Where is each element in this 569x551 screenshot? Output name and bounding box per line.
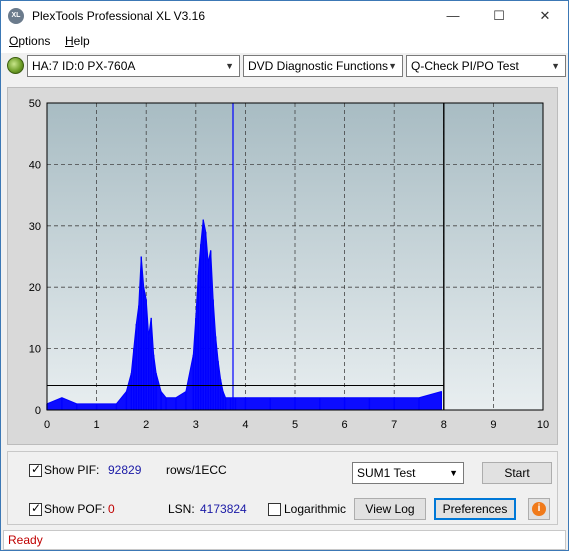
y-tick-label: 10 xyxy=(29,344,41,356)
x-tick-label: 3 xyxy=(193,419,199,431)
unscanned-area xyxy=(445,103,543,410)
pif-value: 92829 xyxy=(108,463,142,477)
logarithmic-checkbox[interactable] xyxy=(268,503,281,516)
y-tick-label: 40 xyxy=(29,159,41,171)
status-bar: Ready xyxy=(3,530,566,550)
x-tick-label: 5 xyxy=(292,419,298,431)
y-tick-label: 20 xyxy=(29,282,41,294)
y-tick-label: 0 xyxy=(35,405,41,417)
chart-panel: 0 10 20 30 40 50 0 1 2 3 4 5 6 7 8 9 10 xyxy=(7,87,558,445)
show-pif-label: Show PIF: xyxy=(44,463,100,477)
pof-value: 0 xyxy=(108,502,115,516)
rows-unit-label: rows/1ECC xyxy=(166,463,227,477)
x-tick-label: 0 xyxy=(44,419,50,431)
control-panel: Show PIF: 92829 rows/1ECC Show POF: 0 LS… xyxy=(7,451,558,525)
function-select-value: DVD Diagnostic Functions xyxy=(248,59,389,73)
menu-help-label: elp xyxy=(73,34,90,48)
sum-test-value: SUM1 Test xyxy=(357,466,416,480)
x-tick-label: 8 xyxy=(441,419,447,431)
menu-options-label: ptions xyxy=(18,34,51,48)
y-tick-label: 50 xyxy=(29,98,41,110)
lsn-label: LSN: xyxy=(168,502,195,516)
info-button[interactable]: i xyxy=(528,498,550,520)
show-pof-label: Show POF: xyxy=(44,502,106,516)
pi-po-chart: 0 10 20 30 40 50 0 1 2 3 4 5 6 7 8 9 10 xyxy=(29,98,549,431)
preferences-button[interactable]: Preferences xyxy=(434,498,516,520)
app-window: XL PlexTools Professional XL V3.16 — ☐ ✕… xyxy=(0,0,569,551)
status-text: Ready xyxy=(8,533,43,547)
x-tick-label: 4 xyxy=(242,419,248,431)
close-button[interactable]: ✕ xyxy=(522,1,568,31)
menu-options[interactable]: Options xyxy=(9,34,50,48)
test-select[interactable]: Q-Check PI/PO Test ▼ xyxy=(406,55,566,77)
x-tick-label: 7 xyxy=(391,419,397,431)
minimize-button[interactable]: — xyxy=(430,1,476,31)
start-button[interactable]: Start xyxy=(482,462,552,484)
show-pif-checkbox[interactable] xyxy=(29,462,42,477)
logarithmic-label: Logarithmic xyxy=(284,502,347,516)
info-icon: i xyxy=(532,502,546,516)
drive-select[interactable]: HA:7 ID:0 PX-760A ▼ xyxy=(27,55,240,77)
title-bar: XL PlexTools Professional XL V3.16 — ☐ ✕ xyxy=(1,1,568,31)
toolbar: HA:7 ID:0 PX-760A ▼ DVD Diagnostic Funct… xyxy=(1,53,568,79)
function-select[interactable]: DVD Diagnostic Functions ▼ xyxy=(243,55,403,77)
x-tick-label: 10 xyxy=(537,419,549,431)
x-tick-label: 9 xyxy=(490,419,496,431)
x-tick-label: 6 xyxy=(342,419,348,431)
menu-bar: Options Help xyxy=(1,31,568,53)
chevron-down-icon: ▼ xyxy=(388,61,397,71)
sum-test-select[interactable]: SUM1 Test ▼ xyxy=(352,462,464,484)
chevron-down-icon: ▼ xyxy=(551,61,560,71)
app-logo-icon: XL xyxy=(8,8,24,24)
window-title: PlexTools Professional XL V3.16 xyxy=(32,9,205,23)
maximize-button[interactable]: ☐ xyxy=(476,1,522,31)
drive-select-value: HA:7 ID:0 PX-760A xyxy=(32,59,136,73)
lsn-value: 4173824 xyxy=(200,502,247,516)
y-tick-label: 30 xyxy=(29,221,41,233)
test-select-value: Q-Check PI/PO Test xyxy=(411,59,519,73)
menu-help-accel: H xyxy=(65,34,74,48)
show-pof-checkbox[interactable] xyxy=(29,501,42,516)
menu-help[interactable]: Help xyxy=(65,34,90,48)
chevron-down-icon: ▼ xyxy=(449,468,458,478)
chevron-down-icon: ▼ xyxy=(225,61,234,71)
x-tick-label: 2 xyxy=(143,419,149,431)
x-tick-label: 1 xyxy=(94,419,100,431)
drive-status-icon xyxy=(7,57,24,74)
menu-options-accel: O xyxy=(9,34,19,48)
view-log-button[interactable]: View Log xyxy=(354,498,426,520)
